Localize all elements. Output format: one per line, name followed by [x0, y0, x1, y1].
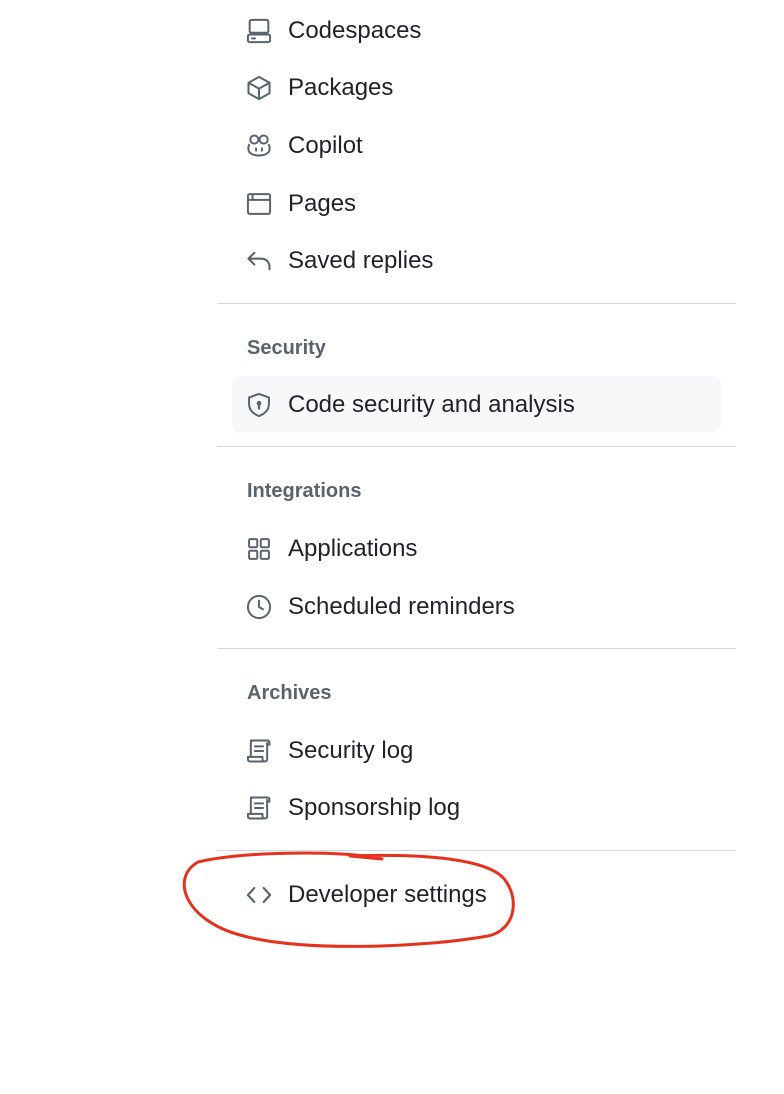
- sidebar-item-applications[interactable]: Applications: [232, 521, 721, 577]
- section-divider: [217, 850, 736, 851]
- sidebar-item-code-security[interactable]: Code security and analysis: [232, 376, 721, 433]
- sidebar-item-copilot[interactable]: Copilot: [232, 118, 721, 174]
- sidebar-item-codespaces[interactable]: Codespaces: [232, 3, 721, 59]
- section-divider: [217, 446, 736, 447]
- sidebar-item-label: Codespaces: [288, 17, 422, 44]
- sidebar-item-label: Scheduled reminders: [288, 593, 515, 620]
- section-divider: [217, 648, 736, 649]
- codespaces-icon: [245, 17, 273, 45]
- log-icon: [245, 794, 273, 822]
- sidebar-item-label: Pages: [288, 190, 357, 217]
- sidebar-item-developer-settings[interactable]: Developer settings: [232, 867, 721, 923]
- code-icon: [245, 881, 273, 909]
- log-icon: [245, 737, 273, 765]
- sidebar-item-security-log[interactable]: Security log: [232, 723, 721, 779]
- package-icon: [245, 74, 273, 102]
- section-heading-security: Security: [247, 337, 326, 359]
- section-divider: [217, 303, 736, 304]
- section-heading-archives: Archives: [247, 682, 332, 704]
- sidebar-item-pages[interactable]: Pages: [232, 176, 721, 232]
- sidebar-item-label: Saved replies: [288, 247, 434, 274]
- sidebar-item-label: Applications: [288, 535, 418, 562]
- section-heading-integrations: Integrations: [247, 480, 362, 502]
- copilot-icon: [245, 132, 273, 160]
- browser-icon: [245, 190, 273, 218]
- sidebar-item-label: Code security and analysis: [288, 390, 575, 418]
- sidebar-item-scheduled-reminders[interactable]: Scheduled reminders: [232, 579, 721, 635]
- sidebar-item-saved-replies[interactable]: Saved replies: [232, 233, 721, 289]
- sidebar-item-sponsorship-log[interactable]: Sponsorship log: [232, 780, 721, 836]
- sidebar-item-label: Copilot: [288, 132, 363, 159]
- clock-icon: [245, 593, 273, 621]
- shield-lock-icon: [245, 391, 273, 419]
- apps-icon: [245, 535, 273, 563]
- sidebar-item-packages[interactable]: Packages: [232, 60, 721, 116]
- sidebar-item-label: Developer settings: [288, 881, 487, 908]
- sidebar-item-label: Packages: [288, 74, 394, 101]
- reply-icon: [245, 247, 273, 275]
- sidebar-item-label: Sponsorship log: [288, 794, 461, 821]
- sidebar-item-label: Security log: [288, 737, 414, 764]
